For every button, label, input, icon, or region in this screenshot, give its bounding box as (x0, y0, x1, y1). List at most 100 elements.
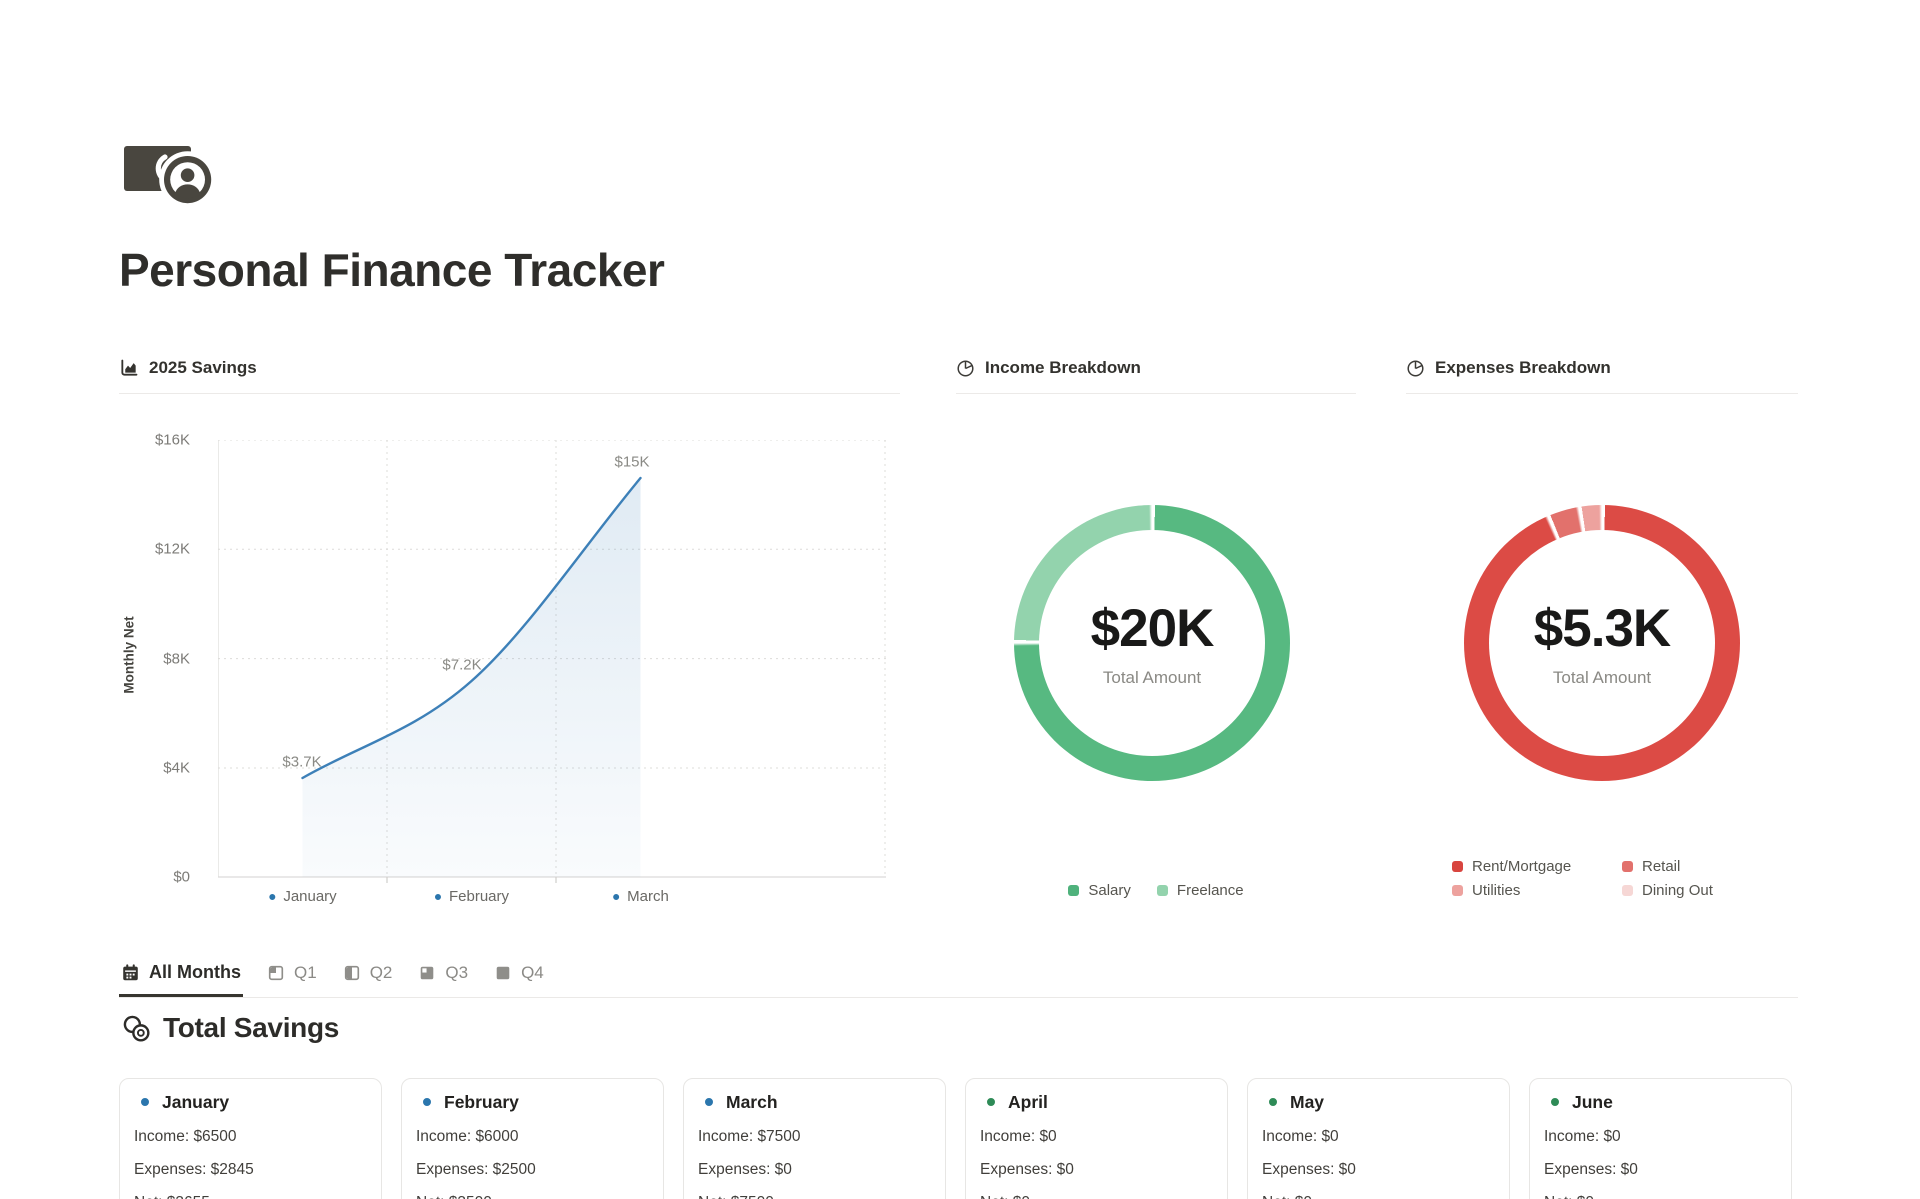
y-tick-16k: $16K (130, 432, 190, 449)
point-label-march: $15K (614, 454, 649, 471)
salary-swatch-icon (1068, 885, 1079, 896)
quarter-two-icon (343, 964, 361, 982)
dining-out-swatch-icon (1622, 885, 1633, 896)
month-card-february[interactable]: February Income: $6000 Expenses: $2500 N… (401, 1078, 664, 1199)
tab-q1[interactable]: Q1 (265, 957, 319, 997)
month-net: Net: $3500 (416, 1192, 649, 1199)
month-expenses: Expenses: $0 (1544, 1159, 1777, 1181)
month-name: January (162, 1092, 229, 1113)
banknote-coin-logo-icon (122, 136, 222, 208)
income-total-value: $20K (1091, 598, 1214, 659)
x-label-january: January (269, 888, 336, 905)
month-name: June (1572, 1092, 1613, 1113)
tab-q3[interactable]: Q3 (416, 957, 470, 997)
month-income: Income: $6500 (134, 1126, 367, 1148)
utilities-swatch-icon (1452, 885, 1463, 896)
month-net: Net: $0 (1544, 1192, 1777, 1199)
x-label-march: March (613, 888, 669, 905)
point-label-february: $7.2K (442, 657, 481, 674)
income-section: Income Breakdown $20K Total Amount Salar… (956, 358, 1356, 958)
total-savings-title: Total Savings (163, 1012, 339, 1044)
legend-item-retail: Retail (1622, 858, 1752, 875)
quarter-three-icon (418, 964, 436, 982)
savings-section-header: 2025 Savings (119, 358, 900, 394)
month-expenses: Expenses: $2500 (416, 1159, 649, 1181)
income-donut-center: $20K Total Amount (1039, 530, 1265, 756)
tab-all-months[interactable]: All Months (119, 956, 243, 997)
y-tick-12k: $12K (130, 541, 190, 558)
retail-swatch-icon (1622, 861, 1633, 872)
month-expenses: Expenses: $0 (980, 1159, 1213, 1181)
page-title: Personal Finance Tracker (119, 243, 664, 297)
month-card-april[interactable]: April Income: $0 Expenses: $0 Net: $0 (965, 1078, 1228, 1199)
savings-section-title: 2025 Savings (149, 358, 257, 378)
may-marker-icon (1269, 1098, 1277, 1106)
january-marker-icon (141, 1098, 149, 1106)
month-card-january[interactable]: January Income: $6500 Expenses: $2845 Ne… (119, 1078, 382, 1199)
month-name: February (444, 1092, 519, 1113)
expenses-section-header: Expenses Breakdown (1406, 358, 1798, 394)
pie-chart-icon (1406, 359, 1425, 378)
month-net: Net: $0 (980, 1192, 1213, 1199)
legend-item-freelance: Freelance (1157, 882, 1244, 899)
february-marker-icon (423, 1098, 431, 1106)
freelance-swatch-icon (1157, 885, 1168, 896)
income-legend: Salary Freelance (956, 882, 1356, 899)
quarter-one-icon (267, 964, 285, 982)
june-marker-icon (1551, 1098, 1559, 1106)
expenses-donut-center: $5.3K Total Amount (1489, 530, 1715, 756)
x-axis-labels: January February March (119, 888, 900, 912)
expenses-section-title: Expenses Breakdown (1435, 358, 1611, 378)
income-section-header: Income Breakdown (956, 358, 1356, 394)
month-card-june[interactable]: June Income: $0 Expenses: $0 Net: $0 (1529, 1078, 1792, 1199)
y-tick-0: $0 (130, 869, 190, 886)
expenses-total-label: Total Amount (1553, 668, 1651, 688)
quarter-four-icon (494, 964, 512, 982)
march-marker-icon (705, 1098, 713, 1106)
month-card-may[interactable]: May Income: $0 Expenses: $0 Net: $0 (1247, 1078, 1510, 1199)
month-expenses: Expenses: $0 (698, 1159, 931, 1181)
legend-item-dining-out: Dining Out (1622, 882, 1752, 899)
month-net: Net: $3655 (134, 1192, 367, 1199)
rent-mortgage-swatch-icon (1452, 861, 1463, 872)
personal-finance-tracker-page: Personal Finance Tracker 2025 Savings $1… (0, 0, 1920, 1199)
april-marker-icon (987, 1098, 995, 1106)
month-card-march[interactable]: March Income: $7500 Expenses: $0 Net: $7… (683, 1078, 946, 1199)
income-donut-chart: $20K Total Amount (1014, 505, 1290, 781)
point-label-january: $3.7K (282, 754, 321, 771)
expenses-legend: Rent/Mortgage Retail Utilities Dining Ou… (1452, 858, 1752, 899)
month-expenses: Expenses: $2845 (134, 1159, 367, 1181)
month-name: March (726, 1092, 778, 1113)
month-income: Income: $0 (1544, 1126, 1777, 1148)
month-name: April (1008, 1092, 1048, 1113)
legend-item-salary: Salary (1068, 882, 1131, 899)
y-axis-label: Monthly Net (122, 616, 137, 693)
month-income: Income: $7500 (698, 1126, 931, 1148)
february-point-marker-icon (435, 894, 441, 900)
y-tick-8k: $8K (130, 651, 190, 668)
savings-section: 2025 Savings $16K $12K $8K $4K $0 Monthl… (119, 358, 900, 958)
tab-q2[interactable]: Q2 (341, 957, 395, 997)
month-income: Income: $0 (980, 1126, 1213, 1148)
area-chart-icon (119, 358, 139, 378)
tab-q4[interactable]: Q4 (492, 957, 546, 997)
total-savings-header: Total Savings (122, 1012, 339, 1044)
january-point-marker-icon (269, 894, 275, 900)
expenses-donut-chart: $5.3K Total Amount (1464, 505, 1740, 781)
x-label-february: February (435, 888, 509, 905)
expenses-section: Expenses Breakdown $5.3K Total Amount Re… (1406, 358, 1798, 958)
month-income: Income: $0 (1262, 1126, 1495, 1148)
quarter-filter-tabs: All Months Q1 Q2 Q3 (119, 956, 1798, 998)
month-cards-row: January Income: $6500 Expenses: $2845 Ne… (119, 1078, 1792, 1199)
month-income: Income: $6000 (416, 1126, 649, 1148)
calendar-icon (121, 963, 140, 982)
month-net: Net: $0 (1262, 1192, 1495, 1199)
savings-line-chart (218, 440, 886, 886)
expenses-total-value: $5.3K (1534, 598, 1670, 659)
coins-icon (122, 1014, 151, 1043)
income-total-label: Total Amount (1103, 668, 1201, 688)
march-point-marker-icon (613, 894, 619, 900)
month-net: Net: $7500 (698, 1192, 931, 1199)
legend-item-utilities: Utilities (1452, 882, 1622, 899)
y-tick-4k: $4K (130, 760, 190, 777)
